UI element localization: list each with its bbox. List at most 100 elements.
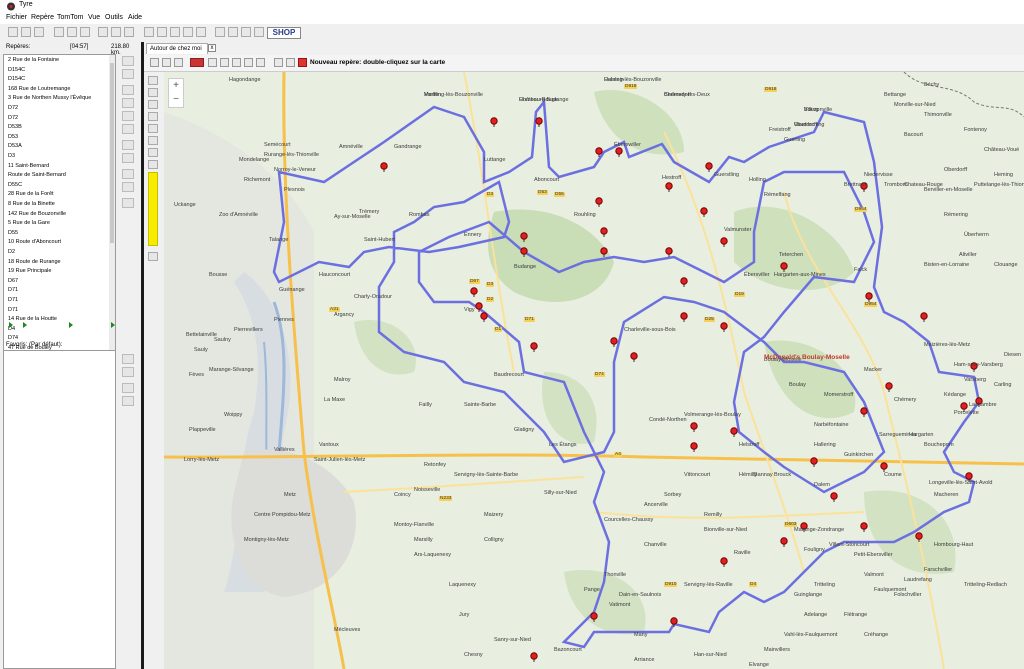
print-icon[interactable] — [286, 58, 295, 67]
move-down-icon[interactable] — [122, 69, 134, 79]
waypoint-marker-icon[interactable] — [480, 312, 488, 322]
waypoint-list-item[interactable]: 11 Saint-Bernard — [8, 163, 49, 169]
waypoint-list-item[interactable]: D53 — [8, 134, 18, 140]
move-up-icon[interactable] — [122, 56, 134, 66]
menu-outils[interactable]: Outils — [105, 14, 123, 21]
waypoint-list-item[interactable]: D67 — [8, 278, 18, 284]
waypoint-list-item[interactable]: D154C — [8, 76, 25, 82]
waypoint-marker-icon[interactable] — [680, 312, 688, 322]
waypoint-list-item[interactable]: 18 Route de Rurange — [8, 259, 61, 265]
waypoint-list-item[interactable]: 28 Rue de la Forêt — [8, 191, 54, 197]
waypoint-marker-icon[interactable] — [530, 652, 538, 662]
map-canvas[interactable]: + − Dalstein Chémery-les-Deux Merten Hombou… — [164, 72, 1024, 669]
waypoint-list-item[interactable]: D2 — [8, 249, 15, 255]
waypoint-marker-icon[interactable] — [865, 292, 873, 302]
edit-icon[interactable] — [111, 27, 121, 37]
down-arrow-icon[interactable] — [122, 182, 134, 192]
waypoint-marker-icon[interactable] — [920, 312, 928, 322]
tab-autour-de-chez-moi[interactable]: Autour de chez moi (0) — [146, 43, 208, 62]
link-icon[interactable] — [215, 27, 225, 37]
waypoint-marker-icon[interactable] — [690, 422, 698, 432]
waypoint-marker-icon[interactable] — [630, 352, 638, 362]
binoculars-icon[interactable] — [228, 27, 238, 37]
waypoint-marker-icon[interactable] — [490, 117, 498, 127]
grid-icon[interactable] — [170, 27, 180, 37]
window-icon[interactable] — [241, 27, 251, 37]
map-view-icon[interactable] — [150, 58, 159, 67]
new-file-icon[interactable] — [8, 27, 18, 37]
pan-tool-icon[interactable] — [148, 100, 158, 109]
waypoint-list-item[interactable]: 2 Rue de la Fontaine — [8, 57, 59, 63]
waypoint-list-item[interactable]: D154C — [8, 67, 25, 73]
edit-waypoint-icon[interactable] — [122, 85, 134, 95]
waypoint-list-item[interactable]: D72 — [8, 115, 18, 121]
waypoint-list-item[interactable]: 8 Rue de la Binette — [8, 201, 55, 207]
paste-icon[interactable] — [80, 27, 90, 37]
shop-button[interactable]: SHOP — [267, 27, 301, 39]
waypoint-marker-icon[interactable] — [720, 322, 728, 332]
waypoint-marker-icon[interactable] — [615, 147, 623, 157]
waypoint-list-scrollbar[interactable] — [109, 55, 115, 358]
waypoint-list-item[interactable]: D72 — [8, 105, 18, 111]
waypoint-list[interactable]: 2 Rue de la Fontaine D154C D154C 168 Rue de… — [3, 54, 116, 359]
waypoint-marker-icon[interactable] — [520, 232, 528, 242]
route-icon[interactable] — [274, 58, 283, 67]
waypoint-list-item[interactable]: 19 Rue Principale — [8, 268, 51, 274]
previous-icon[interactable] — [244, 58, 253, 67]
waypoint-marker-icon[interactable] — [885, 382, 893, 392]
motorbike-icon[interactable] — [190, 58, 204, 67]
waypoint-marker-icon[interactable] — [595, 197, 603, 207]
menu-repere[interactable]: Repère — [31, 14, 54, 21]
waypoint-marker-icon[interactable] — [705, 162, 713, 172]
reverse-icon[interactable] — [122, 153, 134, 163]
waypoint-marker-icon[interactable] — [860, 407, 868, 417]
waypoint-list-item[interactable]: D74 — [8, 335, 18, 341]
waypoint-marker-icon[interactable] — [690, 442, 698, 452]
waypoint-list-item[interactable]: Route de Saint-Bernard — [8, 172, 66, 178]
waypoint-marker-icon[interactable] — [860, 522, 868, 532]
waypoint-marker-icon[interactable] — [730, 427, 738, 437]
details-icon[interactable] — [174, 58, 183, 67]
fav-edit-icon[interactable] — [122, 367, 134, 377]
draw-tool-icon[interactable] — [148, 136, 158, 145]
export-icon[interactable] — [157, 27, 167, 37]
open-file-icon[interactable] — [21, 27, 31, 37]
info-tool-icon[interactable] — [148, 160, 158, 169]
measure-tool-icon[interactable] — [148, 112, 158, 121]
up-arrow-icon[interactable] — [122, 169, 134, 179]
copy-waypoint-icon[interactable] — [122, 111, 134, 121]
undo-icon[interactable] — [183, 27, 193, 37]
pause-icon[interactable] — [220, 58, 229, 67]
erase-tool-icon[interactable] — [148, 148, 158, 157]
waypoint-list-item[interactable]: 142 Rue de Bouzonville — [8, 211, 66, 217]
waypoint-list-item[interactable]: 5 Rue de la Gare — [8, 220, 50, 226]
next-icon[interactable] — [256, 58, 265, 67]
menu-tomtom[interactable]: TomTom — [57, 14, 83, 21]
import-icon[interactable] — [144, 27, 154, 37]
waypoint-list-item[interactable]: D53B — [8, 124, 22, 130]
layer-tool-icon[interactable] — [148, 88, 158, 97]
waypoint-marker-icon[interactable] — [665, 247, 673, 257]
waypoint-marker-icon[interactable] — [470, 287, 478, 297]
waypoint-marker-icon[interactable] — [530, 342, 538, 352]
add-icon[interactable] — [122, 198, 134, 208]
sort-icon[interactable] — [122, 140, 134, 150]
waypoint-marker-icon[interactable] — [680, 277, 688, 287]
refresh-icon[interactable] — [98, 27, 108, 37]
copy-icon[interactable] — [67, 27, 77, 37]
delete-waypoint-icon[interactable] — [122, 98, 134, 108]
fav-folder-icon[interactable] — [122, 383, 134, 393]
waypoint-list-item[interactable]: D53A — [8, 143, 22, 149]
menu-aide[interactable]: Aide — [128, 14, 142, 21]
menu-fichier[interactable]: Fichier — [6, 14, 27, 21]
list-view-icon[interactable] — [162, 58, 171, 67]
waypoint-marker-icon[interactable] — [720, 237, 728, 247]
waypoint-list-item[interactable]: D71 — [8, 297, 18, 303]
favorites-list[interactable] — [3, 350, 116, 669]
scrollbar-thumb[interactable] — [110, 63, 114, 243]
waypoint-list-item[interactable]: D71 — [8, 307, 18, 313]
waypoint-list-item[interactable]: D71 — [8, 287, 18, 293]
settings-tool-icon[interactable] — [148, 252, 158, 261]
cut-icon[interactable] — [54, 27, 64, 37]
waypoint-list-item[interactable]: 168 Rue de Loutremange — [8, 86, 70, 92]
